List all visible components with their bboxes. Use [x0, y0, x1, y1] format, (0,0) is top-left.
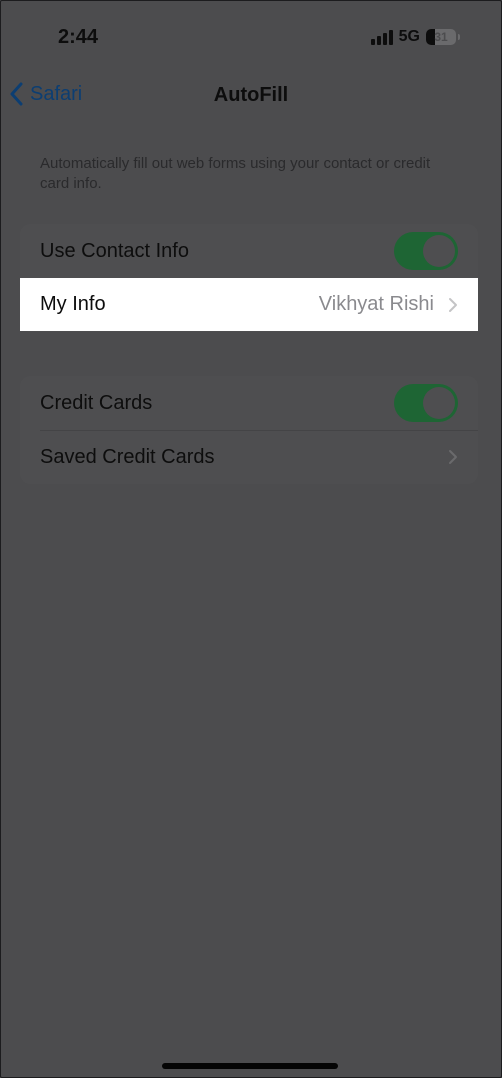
chevron-right-icon: [449, 450, 457, 464]
my-info-label: My Info: [40, 293, 106, 315]
credit-cards-toggle[interactable]: [394, 384, 458, 422]
use-contact-info-label: Use Contact Info: [40, 239, 189, 262]
status-time: 2:44: [58, 26, 99, 48]
status-indicators: 5G 31: [370, 28, 460, 46]
my-info-row[interactable]: My Info Vikhyat Rishi: [20, 278, 478, 331]
chevron-right-icon: [449, 297, 457, 312]
network-type: 5G: [398, 28, 420, 45]
credit-cards-row: Credit Cards: [20, 376, 478, 430]
battery-tip: [458, 34, 460, 40]
use-contact-info-toggle[interactable]: [394, 232, 458, 270]
my-info-value: Vikhyat Rishi: [318, 293, 434, 315]
my-info-detail: Vikhyat Rishi: [319, 293, 458, 316]
home-indicator[interactable]: [162, 1063, 338, 1069]
autofill-description: Automatically fill out web forms using y…: [40, 155, 431, 192]
battery-icon: 31: [426, 29, 456, 45]
credit-cards-label: Credit Cards: [40, 391, 153, 414]
saved-credit-cards-label: Saved Credit Cards: [40, 445, 215, 468]
toggle-knob: [423, 235, 455, 267]
use-contact-info-row: Use Contact Info: [20, 224, 478, 278]
toggle-knob: [423, 387, 455, 419]
battery-percent: 31: [434, 30, 448, 44]
page-title: AutoFill: [213, 84, 289, 106]
cellular-signal-icon: [370, 29, 393, 45]
saved-credit-cards-row[interactable]: Saved Credit Cards: [20, 430, 478, 484]
